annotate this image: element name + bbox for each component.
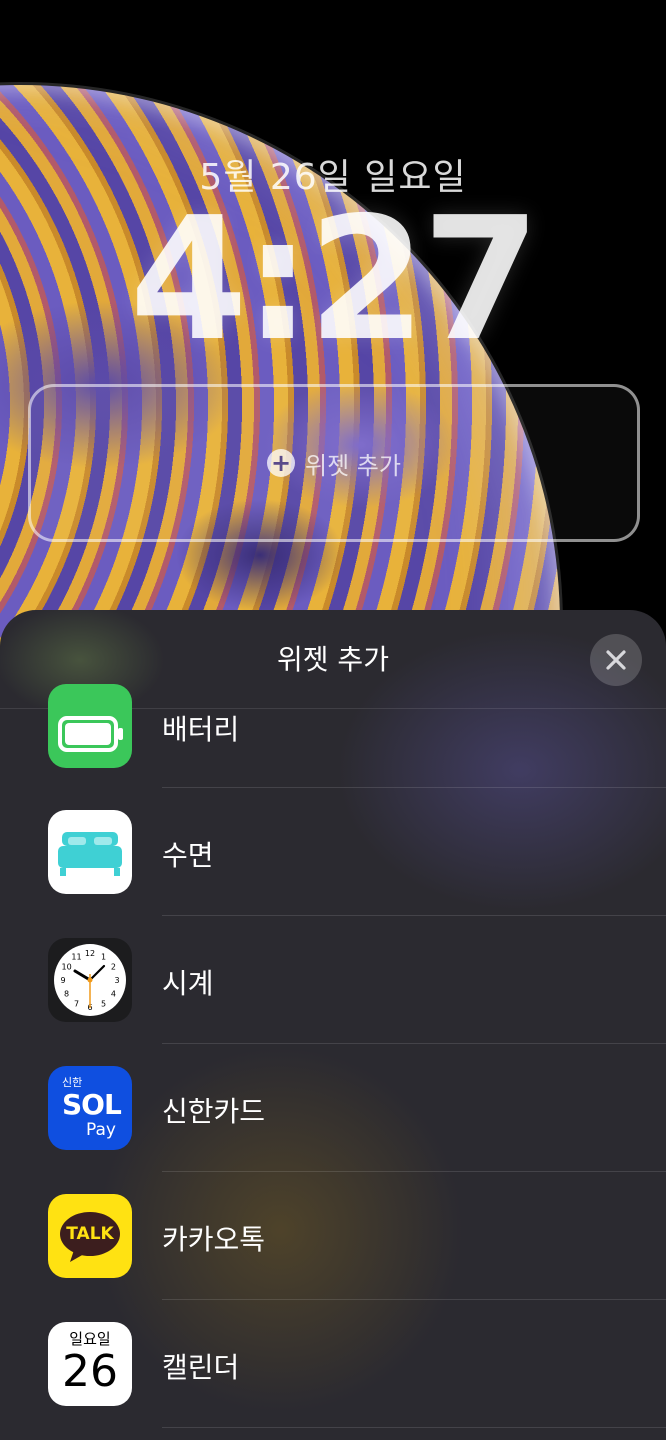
close-button[interactable] [590,634,642,686]
clock-number: 11 [71,953,81,962]
divider [162,1427,666,1428]
clock-number: 1 [101,953,106,962]
app-name: 신한카드 [162,1095,266,1128]
clock-number: 7 [74,999,79,1008]
calendar-icon: 일요일 26 [48,1322,132,1406]
sheet-title: 위젯 추가 [277,643,389,676]
clock-number: 2 [111,963,116,972]
kakaotalk-icon: TALK [48,1194,132,1278]
list-item-battery[interactable]: 배터리 [0,684,666,788]
app-name: 수면 [162,839,214,872]
clock-number: 5 [101,999,106,1008]
list-item-kakaotalk[interactable]: TALK 카카오톡 [0,1172,666,1300]
kakao-icon-text: TALK [66,1224,114,1244]
clock-number: 4 [111,990,116,999]
lock-time: 4:27 [129,181,541,379]
clock-number: 3 [114,976,119,985]
list-item-sleep[interactable]: 수면 [0,788,666,916]
clock-number: 9 [60,976,65,985]
add-widget-slot-label: 위젯 추가 [305,451,401,480]
shinhan-icon-mid-text: SOL [62,1088,122,1121]
add-widget-sheet: 위젯 추가 배터리 수면 12 1 2 3 4 5 7 8 9 10 11 시계… [0,610,666,1440]
list-item-calendar[interactable]: 일요일 26 캘린더 [0,1300,666,1428]
bed-icon [48,810,132,894]
clock-number: 8 [64,990,69,999]
clock-number: 10 [62,963,72,972]
app-name: 시계 [162,967,214,1000]
app-name: 카카오톡 [162,1223,266,1256]
close-icon [606,650,626,670]
list-item-shinhan-card[interactable]: 신한 SOL Pay 신한카드 [0,1044,666,1172]
shinhan-sol-pay-icon: 신한 SOL Pay [48,1066,132,1150]
battery-icon [48,684,132,768]
add-widget-slot[interactable]: + 위젯 추가 [28,384,640,542]
list-item-clock[interactable]: 121234567891011 시계 [0,916,666,1044]
app-name: 캘린더 [162,1351,240,1384]
clock-icon: 121234567891011 [48,938,132,1022]
app-name: 배터리 [162,713,240,746]
clock-number: 12 [85,949,95,958]
plus-circle-icon: + [267,449,296,477]
shinhan-icon-bot-text: Pay [86,1120,116,1140]
app-list: 배터리 수면 12 1 2 3 4 5 7 8 9 10 11 시계 신한 SO… [0,684,666,1428]
calendar-icon-date: 26 [62,1346,118,1397]
